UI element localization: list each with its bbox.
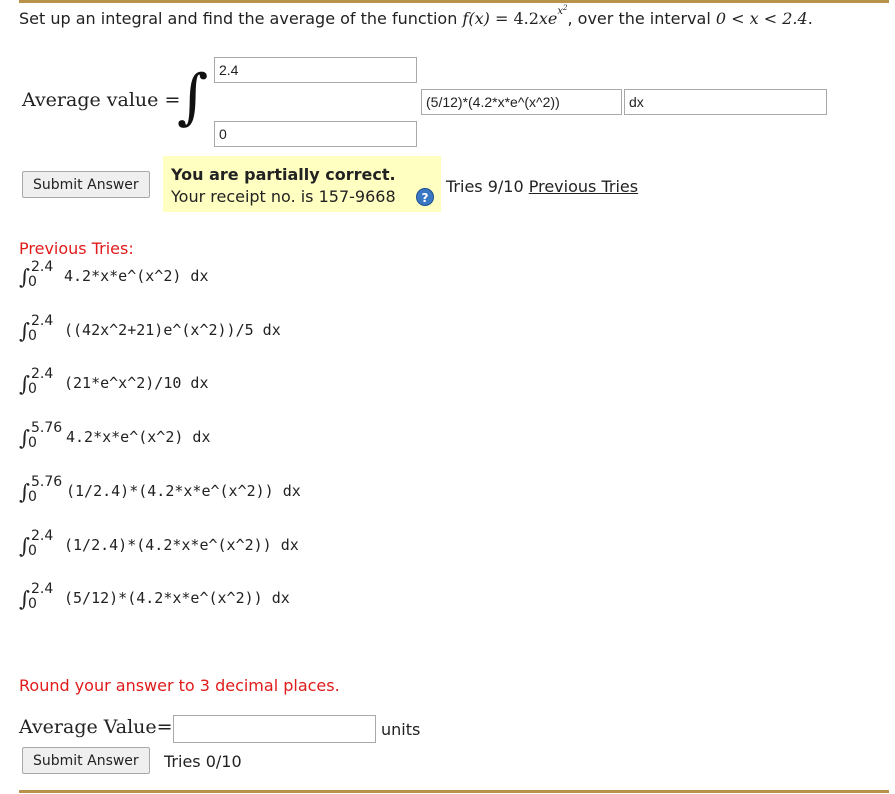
top-rule	[19, 0, 889, 3]
previous-try-lower-limit: 0	[28, 543, 37, 559]
tries-count: Tries 9/10	[446, 177, 524, 196]
previous-try-expression: (1/2.4)*(4.2*x*e^(x^2)) dx	[64, 536, 299, 554]
function-eq: = 4.2	[489, 9, 539, 28]
bottom-rule	[19, 790, 889, 793]
previous-try-upper-limit: 2.4	[31, 528, 54, 544]
previous-try-expression: (5/12)*(4.2*x*e^(x^2)) dx	[64, 589, 290, 607]
question-prefix: Set up an integral and find the average …	[19, 9, 463, 28]
feedback-box: You are partially correct. Your receipt …	[163, 156, 441, 212]
previous-try-upper-limit: 2.4	[31, 313, 54, 329]
submit-answer-button-2[interactable]: Submit Answer	[22, 747, 150, 774]
rounding-instruction: Round your answer to 3 decimal places.	[19, 676, 340, 695]
average-value-label: Average value =	[22, 89, 181, 111]
function-name: f(x)	[462, 9, 490, 28]
average-value-answer-label: Average Value=	[19, 716, 173, 738]
previous-tries-link[interactable]: Previous Tries	[529, 177, 638, 196]
lower-limit-input[interactable]	[214, 121, 417, 147]
tries-counter-2: Tries 0/10	[164, 752, 242, 771]
previous-try-lower-limit: 0	[28, 489, 37, 505]
help-icon[interactable]: ?	[416, 188, 434, 206]
upper-limit-input[interactable]	[214, 57, 417, 83]
integrand-input[interactable]	[421, 89, 622, 115]
previous-try-upper-limit: 2.4	[31, 366, 54, 382]
previous-try-expression: (21*e^x^2)/10 dx	[64, 374, 209, 392]
previous-try-upper-limit: 2.4	[31, 259, 54, 275]
differential-input[interactable]	[624, 89, 827, 115]
units-label: units	[381, 720, 421, 739]
previous-tries-title: Previous Tries:	[19, 239, 134, 258]
receipt-text: Your receipt no. is 157-9668	[171, 187, 396, 206]
previous-try-upper-limit: 2.4	[31, 581, 54, 597]
feedback-message: You are partially correct.	[171, 165, 396, 184]
tries-counter: Tries 9/10 Previous Tries	[446, 177, 638, 196]
previous-try-expression: 4.2*x*e^(x^2) dx	[64, 267, 209, 285]
question-mid: , over the interval	[567, 9, 716, 28]
integral-sign: ∫	[177, 62, 209, 132]
previous-try-expression: ((42x^2+21)e^(x^2))/5 dx	[64, 321, 281, 339]
average-value-input[interactable]	[173, 715, 376, 743]
interval: 0 < x < 2.4	[715, 9, 808, 28]
previous-try-expression: 4.2*x*e^(x^2) dx	[66, 428, 211, 446]
function-x: x	[538, 9, 548, 28]
previous-try-lower-limit: 0	[28, 274, 37, 290]
previous-try-upper-limit: 5.76	[31, 474, 63, 490]
previous-try-lower-limit: 0	[28, 381, 37, 397]
submit-answer-button[interactable]: Submit Answer	[22, 171, 150, 198]
previous-try-lower-limit: 0	[28, 596, 37, 612]
previous-try-upper-limit: 5.76	[31, 420, 63, 436]
question-suffix: .	[807, 9, 813, 28]
previous-try-lower-limit: 0	[28, 328, 37, 344]
question-text: Set up an integral and find the average …	[19, 5, 813, 29]
previous-try-expression: (1/2.4)*(4.2*x*e^(x^2)) dx	[66, 482, 301, 500]
previous-try-lower-limit: 0	[28, 435, 37, 451]
function-e: e	[547, 9, 558, 28]
